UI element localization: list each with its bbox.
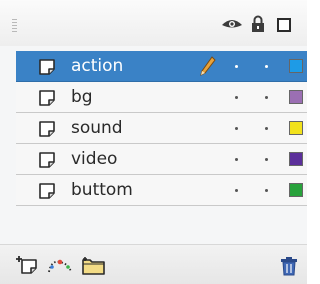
lock-dot[interactable] — [265, 127, 268, 130]
visibility-dot[interactable] — [235, 96, 238, 99]
visibility-dot[interactable] — [235, 127, 238, 130]
layer-row-video[interactable]: video — [16, 144, 307, 175]
outline-color-swatch[interactable] — [289, 90, 303, 104]
outline-color-swatch[interactable] — [289, 183, 303, 197]
visibility-dot[interactable] — [235, 189, 238, 192]
outline-color-swatch[interactable] — [289, 152, 303, 166]
new-layer-icon[interactable] — [15, 256, 39, 276]
eye-icon[interactable] — [221, 17, 243, 31]
outline-color-swatch[interactable] — [289, 121, 303, 135]
layer-row-action[interactable]: action — [16, 51, 307, 82]
new-folder-icon[interactable] — [82, 256, 106, 276]
lock-dot[interactable] — [265, 158, 268, 161]
pencil-icon[interactable] — [200, 56, 216, 76]
lock-dot[interactable] — [265, 189, 268, 192]
layer-icon — [39, 121, 55, 137]
layer-name: bg — [71, 87, 93, 107]
layers-header — [0, 0, 307, 46]
outline-icon[interactable] — [277, 18, 291, 32]
layer-icon — [39, 90, 55, 106]
layer-name: video — [71, 149, 118, 169]
trash-icon[interactable] — [280, 256, 298, 276]
layers-panel: action bg sound video buttom — [0, 0, 307, 284]
lock-dot[interactable] — [265, 96, 268, 99]
layers-footer — [0, 244, 307, 284]
visibility-dot[interactable] — [235, 158, 238, 161]
layer-row-sound[interactable]: sound — [16, 113, 307, 144]
layer-row-buttom[interactable]: buttom — [16, 175, 307, 206]
outline-color-swatch[interactable] — [289, 59, 303, 73]
layer-row-bg[interactable]: bg — [16, 82, 307, 113]
layer-name: buttom — [71, 180, 133, 200]
layer-name: action — [71, 56, 124, 76]
drag-grip[interactable] — [12, 19, 17, 33]
layer-icon — [39, 152, 55, 168]
add-motion-guide-icon[interactable] — [47, 256, 73, 276]
layer-icon — [39, 59, 55, 75]
layer-name: sound — [71, 118, 123, 138]
visibility-dot[interactable] — [235, 65, 238, 68]
layer-icon — [39, 183, 55, 199]
lock-icon[interactable] — [251, 15, 265, 33]
lock-dot[interactable] — [265, 65, 268, 68]
layer-list: action bg sound video buttom — [16, 51, 307, 206]
